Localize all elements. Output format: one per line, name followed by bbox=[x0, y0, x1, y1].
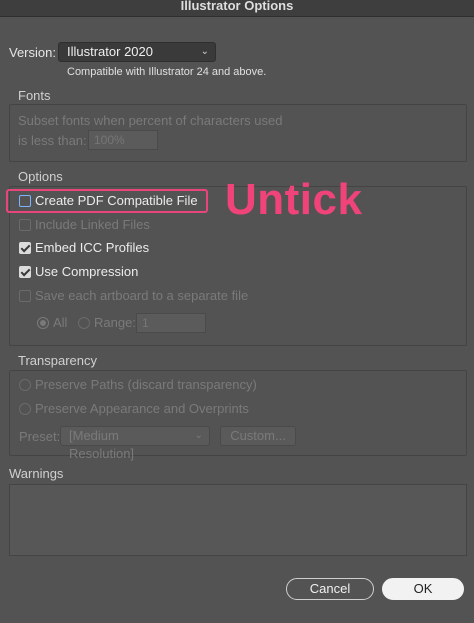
version-label: Version: bbox=[9, 45, 56, 60]
transparency-heading: Transparency bbox=[18, 353, 97, 368]
subset-fonts-text: Subset fonts when percent of characters … bbox=[18, 113, 283, 128]
range-input[interactable]: 1 bbox=[136, 313, 206, 333]
illustrator-options-dialog: Illustrator Options Version: Illustrator… bbox=[0, 0, 474, 623]
title-bar: Illustrator Options bbox=[0, 0, 474, 17]
embed-icc-profiles-checkbox[interactable] bbox=[19, 242, 31, 254]
chevron-down-icon: ⌄ bbox=[200, 46, 209, 57]
use-compression-checkbox[interactable] bbox=[19, 266, 31, 278]
cancel-button[interactable]: Cancel bbox=[286, 578, 374, 600]
highlight-box bbox=[6, 189, 208, 213]
preset-label: Preset: bbox=[19, 429, 61, 444]
subset-fonts-text-2: is less than: bbox=[18, 133, 87, 148]
dialog-title: Illustrator Options bbox=[180, 0, 294, 13]
custom-button[interactable]: Custom... bbox=[220, 426, 296, 446]
preset-select-value: [Medium Resolution] bbox=[69, 428, 135, 461]
subset-percent-field[interactable]: 100% bbox=[88, 130, 158, 150]
use-compression-label: Use Compression bbox=[35, 264, 139, 279]
preserve-appearance-radio[interactable] bbox=[19, 403, 31, 415]
embed-icc-profiles-label: Embed ICC Profiles bbox=[35, 240, 150, 255]
options-heading: Options bbox=[18, 169, 63, 184]
warnings-heading: Warnings bbox=[9, 466, 64, 481]
preserve-paths-label: Preserve Paths (discard transparency) bbox=[35, 377, 257, 392]
save-each-artboard-label: Save each artboard to a separate file bbox=[35, 288, 249, 303]
include-linked-files-checkbox[interactable] bbox=[19, 219, 31, 231]
include-linked-files-label: Include Linked Files bbox=[35, 217, 150, 232]
version-select-value: Illustrator 2020 bbox=[67, 44, 153, 59]
range-radio-label: Range: bbox=[94, 315, 136, 330]
version-select[interactable]: Illustrator 2020 ⌄ bbox=[58, 42, 216, 62]
untick-annotation: Untick bbox=[225, 175, 363, 224]
ok-button[interactable]: OK bbox=[382, 578, 464, 600]
warnings-box bbox=[9, 484, 467, 556]
preserve-appearance-label: Preserve Appearance and Overprints bbox=[35, 401, 249, 416]
all-radio-label: All bbox=[53, 315, 68, 330]
compat-note: Compatible with Illustrator 24 and above… bbox=[67, 66, 267, 78]
all-radio[interactable] bbox=[37, 317, 49, 329]
preserve-paths-radio[interactable] bbox=[19, 379, 31, 391]
fonts-heading: Fonts bbox=[18, 88, 51, 103]
preset-select[interactable]: [Medium Resolution] ⌄ bbox=[60, 426, 210, 461]
chevron-down-icon: ⌄ bbox=[194, 430, 203, 441]
range-radio[interactable] bbox=[78, 317, 90, 329]
save-each-artboard-checkbox[interactable] bbox=[19, 290, 31, 302]
